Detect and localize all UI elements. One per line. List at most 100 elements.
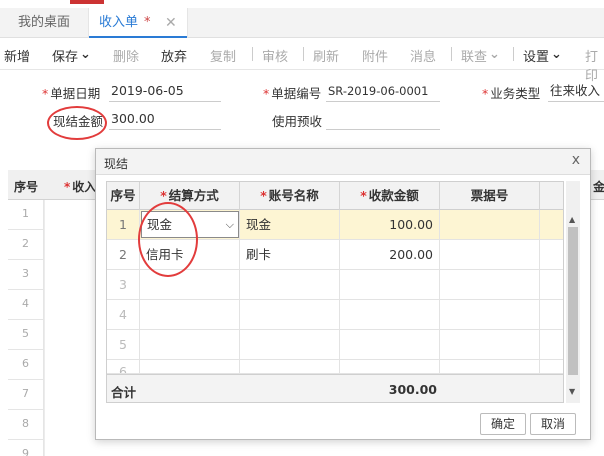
brand-logo (70, 0, 104, 4)
audit-button[interactable]: 审核 (262, 46, 288, 65)
scroll-down-icon[interactable]: ▼ (569, 387, 575, 396)
amount-cell[interactable]: 100.00 (340, 210, 440, 240)
discard-button[interactable]: 放弃 (161, 46, 187, 65)
amount-cell[interactable] (340, 330, 440, 360)
account-cell[interactable]: 现金 (240, 210, 340, 240)
table-row[interactable]: 4 (107, 300, 563, 330)
tab-income-bill[interactable]: 收入单 * ✕ (88, 8, 188, 38)
account-cell[interactable] (240, 360, 340, 373)
toolbar-divider (451, 47, 452, 61)
bill-cell[interactable] (440, 210, 540, 240)
grid-header-income: * 收入 (64, 178, 96, 195)
total-row: 合计 300.00 (107, 374, 563, 402)
account-cell[interactable] (240, 300, 340, 330)
grid-row-number: 6 (8, 350, 44, 380)
toolbar-divider (303, 47, 304, 61)
dialog-title-bar: 现结 x (96, 149, 590, 175)
col-header-amount: * 收款金额 (340, 182, 440, 210)
col-header-account: * 账号名称 (240, 182, 340, 210)
amount-cell[interactable] (340, 270, 440, 300)
grid-row-number: 4 (8, 290, 44, 320)
bill-cell[interactable] (440, 240, 540, 270)
message-button[interactable]: 消息 (410, 46, 436, 65)
modified-mark: * (144, 15, 151, 30)
bill-cell[interactable] (440, 270, 540, 300)
required-mark: * (42, 86, 49, 101)
account-cell[interactable] (240, 330, 340, 360)
settings-button[interactable]: 设置 ⌄ (523, 46, 562, 65)
row-seq: 3 (107, 270, 140, 300)
row-seq: 1 (107, 210, 140, 240)
attachment-button[interactable]: 附件 (362, 46, 388, 65)
biz-type-select[interactable]: 往来收入 (548, 82, 604, 102)
logo-strip (0, 0, 604, 8)
biz-type-label: * 业务类型 (482, 83, 540, 102)
save-label: 保存 (52, 50, 79, 65)
delete-button[interactable]: 删除 (113, 46, 139, 65)
print-button[interactable]: 打印 (585, 46, 604, 84)
col-header-account-text: 账号名称 (268, 188, 319, 203)
dialog-title: 现结 (104, 157, 129, 171)
required-mark: * (160, 188, 167, 203)
biz-type-label-text: 业务类型 (490, 86, 541, 101)
lookup-button[interactable]: 联查 ⌄ (461, 46, 500, 65)
method-cell[interactable] (140, 300, 240, 330)
account-cell[interactable]: 刷卡 (240, 240, 340, 270)
tab-my-desktop[interactable]: 我的桌面 (18, 8, 70, 38)
required-mark: * (482, 86, 489, 101)
bill-cell[interactable] (440, 330, 540, 360)
number-field[interactable]: SR-2019-06-0001 (326, 82, 440, 102)
col-header-bill: 票据号 (440, 182, 540, 210)
grid-row-number: 5 (8, 320, 44, 350)
new-button[interactable]: 新增 (4, 46, 30, 65)
settle-amount-field[interactable]: 300.00 (109, 110, 221, 130)
table-row[interactable]: 6 (107, 360, 563, 374)
scroll-thumb[interactable] (568, 227, 578, 375)
method-cell[interactable] (140, 360, 240, 373)
required-mark: * (64, 180, 71, 194)
bill-cell[interactable] (440, 300, 540, 330)
required-mark: * (360, 188, 367, 203)
toolbar-divider (252, 47, 253, 61)
refresh-button[interactable]: 刷新 (313, 46, 339, 65)
method-cell[interactable] (140, 330, 240, 360)
toolbar: 新增 保存 ⌄ 删除 放弃 复制 审核 刷新 附件 消息 联查 ⌄ 设置 ⌄ 打印 (0, 38, 604, 84)
cancel-button[interactable]: 取消 (530, 413, 577, 435)
prepay-field[interactable] (326, 110, 440, 130)
grid-row-number: 3 (8, 260, 44, 290)
col-header-amount-text: 收款金额 (368, 188, 419, 203)
date-label: * 单据日期 (42, 83, 100, 102)
scroll-up-icon[interactable]: ▲ (569, 215, 575, 224)
chevron-down-icon: ⌄ (489, 47, 500, 62)
close-icon[interactable]: x (572, 152, 580, 168)
amount-cell[interactable]: 200.00 (340, 240, 440, 270)
chevron-down-icon: ⌄ (551, 47, 562, 62)
account-cell[interactable] (240, 270, 340, 300)
number-label: * 单据编号 (263, 83, 321, 102)
tab-bar: 我的桌面 收入单 * ✕ (0, 8, 604, 38)
number-label-text: 单据编号 (271, 86, 322, 101)
copy-button[interactable]: 复制 (210, 46, 236, 65)
date-label-text: 单据日期 (50, 86, 101, 101)
ok-button[interactable]: 确定 (480, 413, 527, 435)
save-button[interactable]: 保存 ⌄ (52, 46, 91, 65)
grid-row-number: 9 (8, 440, 44, 456)
close-icon[interactable]: ✕ (165, 8, 177, 38)
settlement-dialog: 现结 x 序号 * 结算方式 * 账号名称 * 收款金额 票据号 1 现金 ⌵ 现金 … (95, 148, 591, 440)
annotation-circle (138, 202, 198, 277)
grid-header-income-text: 收入 (72, 180, 97, 194)
method-cell[interactable] (140, 270, 240, 300)
amount-cell[interactable] (340, 300, 440, 330)
annotation-circle (47, 106, 107, 140)
row-seq: 4 (107, 300, 140, 330)
table-row[interactable]: 5 (107, 330, 563, 360)
amount-cell[interactable] (340, 360, 440, 373)
vertical-scrollbar[interactable]: ▲ ▼ (566, 181, 580, 403)
bill-cell[interactable] (440, 360, 540, 373)
date-field[interactable]: 2019-06-05 (109, 82, 221, 102)
grid-column-line (44, 200, 45, 456)
grid-row-number: 1 (8, 200, 44, 230)
grid-header-amount: 金 (593, 180, 604, 194)
grid-header-seq: 序号 (14, 180, 39, 194)
prepay-label: 使用预收 (272, 114, 323, 129)
